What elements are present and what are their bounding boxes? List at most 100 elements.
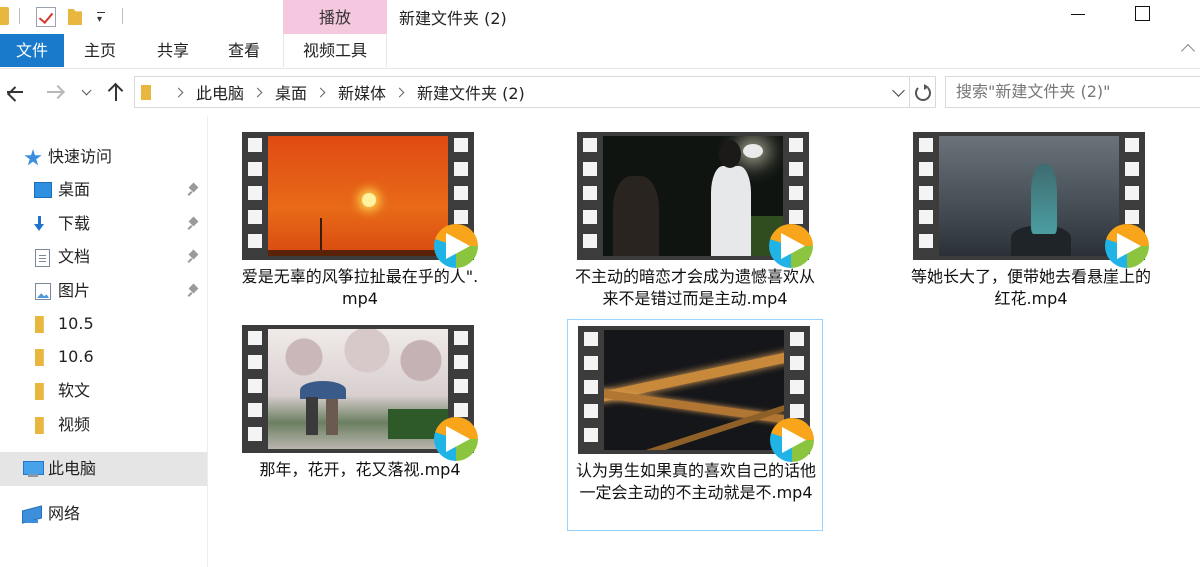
back-arrow-icon[interactable] (4, 80, 28, 104)
sidebar-item-network[interactable]: 网络 (0, 497, 207, 531)
maximize-button[interactable] (1119, 0, 1165, 30)
recent-locations-chevron-icon[interactable] (80, 80, 94, 104)
video-thumbnail (578, 326, 814, 462)
folder-icon (141, 84, 157, 100)
tab-home[interactable]: 主页 (64, 34, 136, 67)
up-arrow-icon[interactable] (104, 80, 128, 104)
file-name: 那年，花开，花又落视.mp4 (259, 460, 461, 479)
pictures-folder-icon (35, 283, 51, 300)
folder-icon (35, 383, 44, 400)
customize-toolbar-dropdown-icon[interactable]: ▾ (97, 12, 105, 25)
folder-icon (35, 349, 44, 366)
sidebar-item-documents[interactable]: 文档 (0, 240, 207, 274)
navigation-bar: 此电脑 桌面 新媒体 新建文件夹 (2) 搜索"新建文件夹 (2)" (0, 70, 1200, 116)
video-player-play-icon (434, 417, 480, 461)
network-icon (22, 506, 42, 524)
thumbnail-image (604, 330, 784, 450)
video-thumbnail (577, 132, 813, 268)
address-bar[interactable]: 此电脑 桌面 新媒体 新建文件夹 (2) (134, 76, 910, 108)
sidebar-item-label: 网络 (48, 504, 81, 523)
toolbar-separator (122, 8, 123, 24)
video-thumbnail (242, 325, 478, 461)
title-bar: ▾ 播放 新建文件夹 (2) (0, 0, 1200, 35)
chevron-right-icon[interactable] (394, 87, 405, 97)
breadcrumb-current-folder[interactable]: 新建文件夹 (2) (417, 80, 525, 104)
folder-icon (35, 417, 44, 434)
tab-file[interactable]: 文件 (0, 34, 64, 67)
thumbnail-image (268, 329, 448, 449)
sidebar-item-label: 视频 (58, 415, 91, 434)
tab-video-tools[interactable]: 视频工具 (283, 34, 387, 67)
video-player-play-icon (770, 418, 816, 462)
sidebar-item-10-5[interactable]: 10.5 (0, 307, 207, 341)
video-player-play-icon (769, 224, 815, 268)
computer-icon (23, 461, 44, 478)
sidebar-item-label: 软文 (58, 381, 91, 400)
pin-icon[interactable] (188, 218, 200, 230)
minimize-button[interactable] (1055, 0, 1101, 30)
expand-ribbon-icon[interactable] (1180, 43, 1196, 59)
new-folder-icon[interactable] (68, 7, 86, 25)
file-list: 爱是无辜的风筝拉扯最在乎的人".mp4 不主动的暗恋才会成为遗憾喜欢从来不是错过… (209, 116, 1200, 567)
breadcrumb-desktop[interactable]: 桌面 (275, 80, 307, 104)
sidebar-item-desktop[interactable]: 桌面 (0, 173, 207, 207)
file-item[interactable]: 那年，花开，花又落视.mp4 (232, 309, 488, 511)
file-name: 认为男生如果真的喜欢自己的话他一定会主动的不主动就是不.mp4 (575, 461, 816, 502)
chevron-right-icon[interactable] (315, 87, 326, 97)
video-thumbnail (913, 132, 1149, 268)
toolbar-separator (19, 8, 20, 24)
sidebar-item-quick-access[interactable]: 快速访问 (0, 140, 207, 174)
breadcrumb-new-media[interactable]: 新媒体 (338, 80, 386, 104)
search-input[interactable]: 搜索"新建文件夹 (2)" (945, 76, 1200, 108)
sidebar-item-label: 下载 (58, 214, 91, 233)
sidebar-item-10-6[interactable]: 10.6 (0, 340, 207, 374)
breadcrumb-this-pc[interactable]: 此电脑 (196, 80, 244, 104)
sidebar-item-downloads[interactable]: 下载 (0, 207, 207, 241)
window-title: 新建文件夹 (2) (399, 9, 507, 28)
file-item[interactable]: 爱是无辜的风筝拉扯最在乎的人".mp4 (232, 116, 488, 318)
sidebar-item-label: 此电脑 (48, 459, 97, 478)
tab-view[interactable]: 查看 (210, 34, 278, 67)
sidebar-item-this-pc[interactable]: 此电脑 (0, 452, 207, 486)
properties-icon[interactable] (36, 7, 56, 27)
chevron-right-icon[interactable] (173, 87, 184, 97)
file-item[interactable]: 等她长大了，便带她去看悬崖上的红花.mp4 (903, 116, 1159, 318)
thumbnail-image (603, 136, 783, 256)
file-item[interactable]: 不主动的暗恋才会成为遗憾喜欢从来不是错过而是主动.mp4 (567, 116, 823, 318)
forward-arrow-icon[interactable] (44, 80, 68, 104)
sidebar-item-soft-article[interactable]: 软文 (0, 374, 207, 408)
sidebar-item-label: 快速访问 (48, 147, 113, 166)
chevron-down-icon[interactable] (892, 84, 905, 97)
star-icon (24, 149, 42, 166)
sidebar-item-label: 10.5 (58, 314, 94, 333)
file-item-selected[interactable]: 认为男生如果真的喜欢自己的话他一定会主动的不主动就是不.mp4 (567, 319, 823, 531)
sidebar-item-videos[interactable]: 视频 (0, 408, 207, 442)
desktop-folder-icon (34, 182, 52, 199)
folder-icon (35, 316, 44, 333)
thumbnail-image (939, 136, 1119, 256)
chevron-right-icon[interactable] (252, 87, 263, 97)
pin-icon[interactable] (188, 251, 200, 263)
ribbon-tabs: 文件 主页 共享 查看 视频工具 (0, 34, 1200, 69)
sidebar-item-label: 桌面 (58, 180, 91, 199)
tab-share[interactable]: 共享 (138, 34, 208, 67)
context-tab-play[interactable]: 播放 (283, 0, 387, 35)
video-player-play-icon (1105, 224, 1151, 268)
navigation-pane: 快速访问 桌面 下载 文档 图片 10.5 10.6 软文 视频 此电脑 网络 (0, 116, 208, 567)
documents-folder-icon (35, 249, 50, 267)
downloads-folder-icon (34, 216, 52, 233)
video-thumbnail (242, 132, 478, 268)
breadcrumb: 此电脑 桌面 新媒体 新建文件夹 (2) (165, 77, 525, 107)
file-name: 爱是无辜的风筝拉扯最在乎的人".mp4 (241, 267, 479, 308)
thumbnail-image (268, 136, 448, 256)
sidebar-item-label: 10.6 (58, 347, 94, 366)
file-name: 不主动的暗恋才会成为遗憾喜欢从来不是错过而是主动.mp4 (574, 267, 815, 308)
file-name: 等她长大了，便带她去看悬崖上的红花.mp4 (910, 267, 1151, 308)
sidebar-item-label: 图片 (58, 281, 91, 300)
sidebar-item-label: 文档 (58, 247, 91, 266)
sidebar-item-pictures[interactable]: 图片 (0, 274, 207, 308)
video-player-play-icon (434, 224, 480, 268)
pin-icon[interactable] (188, 285, 200, 297)
pin-icon[interactable] (188, 184, 200, 196)
refresh-icon[interactable] (910, 76, 936, 108)
